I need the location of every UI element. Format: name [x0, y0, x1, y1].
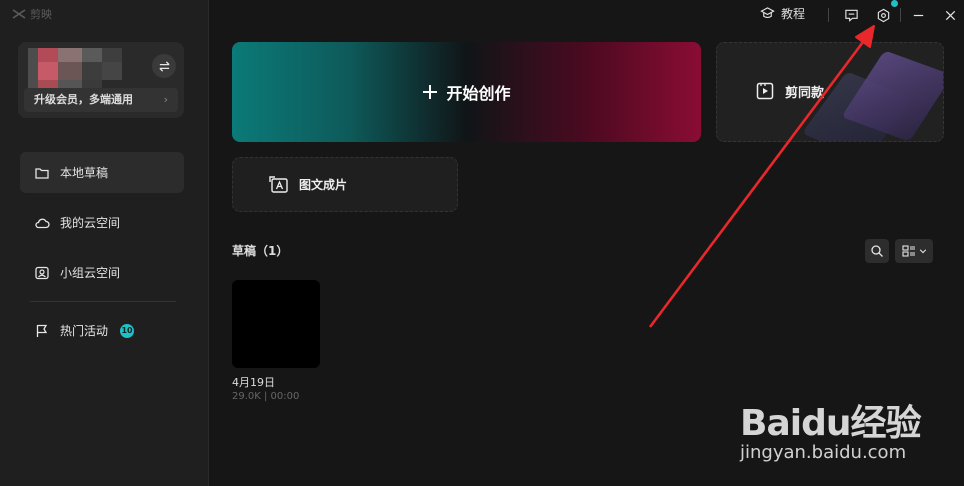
draft-name[interactable]: 4月19日 — [232, 374, 275, 390]
draft-meta: 29.0K | 00:00 — [232, 391, 300, 402]
app-logo: 剪映 — [12, 6, 52, 22]
drafts-title: 草稿（1） — [232, 244, 289, 258]
tutorial-label: 教程 — [781, 7, 806, 21]
baidu-watermark: Baidu经验 jingyan.baidu.com — [740, 380, 960, 480]
team-cloud-icon — [35, 266, 49, 279]
switch-account-button[interactable] — [152, 54, 176, 78]
tutorial-button[interactable]: 教程 — [760, 5, 805, 22]
chevron-right-icon: › — [163, 93, 168, 106]
sidebar-nav: 本地草稿 我的云空间 小组云空间 — [20, 152, 184, 302]
text-to-video-icon — [269, 175, 288, 193]
upgrade-text: 升级会员，多端通用 — [34, 93, 133, 106]
sidebar-item-label: 小组云空间 — [60, 266, 121, 280]
upgrade-membership-button[interactable]: 升级会员，多端通用 › — [24, 88, 178, 112]
graduation-cap-icon — [760, 7, 775, 19]
close-icon — [945, 10, 955, 20]
start-creation-button[interactable]: 开始创作 — [232, 42, 701, 142]
sidebar-item-hot-events[interactable]: 热门活动 10 — [20, 310, 184, 351]
sidebar: 剪映 升级会员，多端通用 › 本地草稿 我的云空间 小组云空间 热门活动 10 — [0, 0, 209, 486]
folder-icon — [35, 167, 49, 179]
feedback-button[interactable] — [841, 5, 861, 25]
cloud-icon — [35, 218, 50, 228]
plus-icon — [423, 85, 438, 99]
avatar[interactable] — [28, 48, 138, 92]
sidebar-item-label: 本地草稿 — [60, 166, 109, 180]
minimize-icon — [913, 14, 923, 16]
minimize-button[interactable] — [908, 5, 928, 25]
template-icon — [756, 82, 774, 100]
feedback-icon — [844, 9, 858, 22]
sidebar-item-label: 我的云空间 — [60, 216, 121, 230]
settings-button[interactable] — [873, 5, 893, 25]
capcut-logo-icon — [12, 9, 26, 19]
sidebar-item-label: 热门活动 — [60, 324, 109, 338]
app-logo-text: 剪映 — [30, 8, 52, 21]
notification-dot — [891, 0, 898, 7]
gear-icon — [877, 8, 889, 22]
draft-thumbnail[interactable] — [232, 280, 320, 368]
image-text-video-label: 图文成片 — [299, 178, 348, 192]
hot-events-badge: 10 — [120, 323, 135, 338]
watermark-main: Baidu经验 — [740, 403, 921, 444]
template-label: 剪同款 — [785, 85, 825, 101]
chevron-down-icon — [919, 249, 926, 254]
sidebar-item-my-cloud[interactable]: 我的云空间 — [20, 202, 184, 243]
sidebar-item-team-cloud[interactable]: 小组云空间 — [20, 252, 184, 293]
switch-icon — [158, 60, 170, 72]
template-button[interactable]: 剪同款 — [716, 42, 944, 142]
titlebar-divider — [828, 8, 829, 22]
sidebar-item-local-drafts[interactable]: 本地草稿 — [20, 152, 184, 193]
close-button[interactable] — [940, 5, 960, 25]
template-label-group: 剪同款 — [755, 81, 824, 101]
flag-icon — [36, 324, 48, 337]
search-drafts-button[interactable] — [865, 239, 889, 263]
image-text-video-button[interactable]: 图文成片 — [232, 157, 458, 212]
titlebar-divider — [900, 8, 901, 22]
start-creation-label: 开始创作 — [446, 84, 511, 103]
view-mode-button[interactable] — [895, 239, 933, 263]
user-card[interactable]: 升级会员，多端通用 › — [18, 42, 184, 118]
drafts-toolbar — [865, 239, 933, 263]
sidebar-divider — [30, 301, 176, 302]
watermark-url: jingyan.baidu.com — [740, 442, 907, 463]
search-icon — [871, 245, 883, 257]
grid-view-icon — [901, 245, 915, 257]
